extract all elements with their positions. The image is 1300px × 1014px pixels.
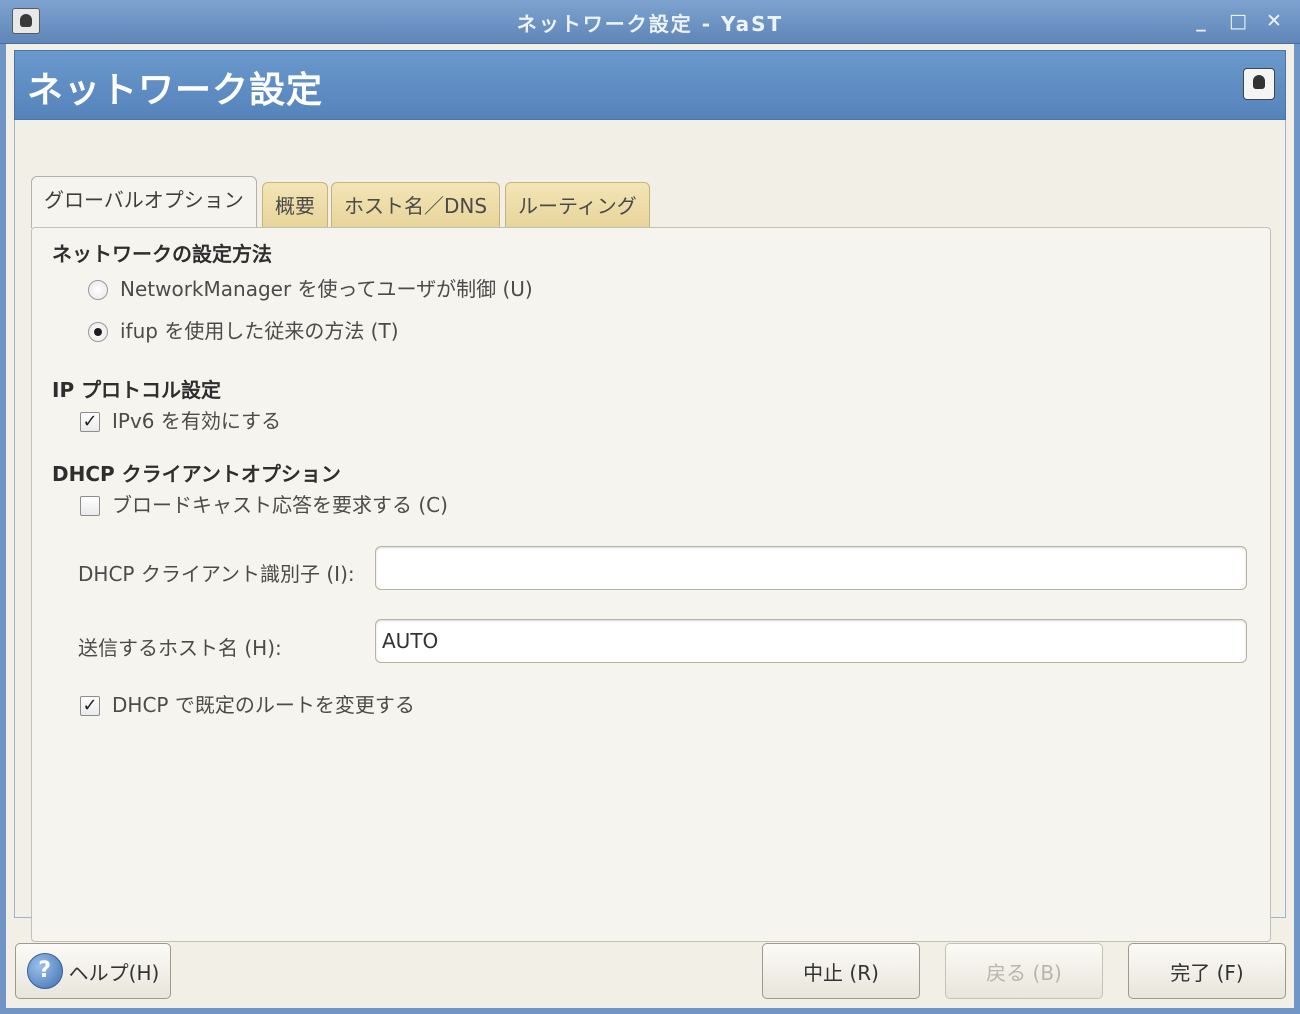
minimize-icon[interactable]: _ xyxy=(1189,9,1213,33)
network-setup-title: ネットワークの設定方法 xyxy=(52,242,272,266)
dhcp-client-id-input[interactable] xyxy=(375,546,1247,590)
ipv6-checkbox[interactable]: ✓ xyxy=(80,412,100,432)
close-icon[interactable]: ✕ xyxy=(1262,9,1286,33)
maximize-icon[interactable]: □ xyxy=(1226,9,1250,33)
radio-networkmanager-label[interactable]: NetworkManager を使ってユーザが制御 (U) xyxy=(120,276,533,302)
help-button-label: ヘルプ(H) xyxy=(68,960,160,985)
ip-protocol-title: IP プロトコル設定 xyxy=(52,378,222,402)
send-hostname-input[interactable] xyxy=(375,619,1247,663)
window-title: ネットワーク設定 - YaST xyxy=(516,12,784,36)
tab-global-options[interactable]: グローバルオプション xyxy=(31,176,257,228)
dhcp-client-id-label: DHCP クライアント識別子 (I): xyxy=(78,562,355,586)
tab-overview[interactable]: 概要 xyxy=(262,182,328,228)
yast-help-icon[interactable] xyxy=(1243,68,1275,100)
dialog-window: ネットワーク設定 グローバルオプション 概要 ホスト名／DNS ルーティング ネ… xyxy=(6,44,1294,1008)
radio-ifup-label[interactable]: ifup を使用した従来の方法 (T) xyxy=(120,318,399,344)
ipv6-checkbox-label[interactable]: IPv6 を有効にする xyxy=(112,408,281,434)
dialog-banner: ネットワーク設定 xyxy=(14,50,1286,120)
help-button[interactable]: ? ヘルプ(H) xyxy=(15,943,171,999)
abort-button[interactable]: 中止 (R) xyxy=(762,943,920,999)
tab-routing[interactable]: ルーティング xyxy=(505,182,650,228)
question-icon: ? xyxy=(26,953,63,989)
broadcast-checkbox-label[interactable]: ブロードキャスト応答を要求する (C) xyxy=(112,492,448,518)
finish-button[interactable]: 完了 (F) xyxy=(1128,943,1286,999)
page-title: ネットワーク設定 xyxy=(27,70,324,111)
dhcp-options-title: DHCP クライアントオプション xyxy=(52,462,341,486)
tab-hostname-dns[interactable]: ホスト名／DNS xyxy=(331,182,501,228)
back-button[interactable]: 戻る (B) xyxy=(945,943,1103,999)
global-options-panel: ネットワークの設定方法 NetworkManager を使ってユーザが制御 (U… xyxy=(31,227,1271,942)
default-route-checkbox[interactable]: ✓ xyxy=(80,696,100,716)
radio-ifup[interactable] xyxy=(88,322,108,342)
radio-networkmanager[interactable] xyxy=(88,280,108,300)
content-frame: グローバルオプション 概要 ホスト名／DNS ルーティング ネットワークの設定方… xyxy=(14,120,1286,942)
window-titlebar: ネットワーク設定 - YaST _ □ ✕ xyxy=(0,0,1300,44)
send-hostname-label: 送信するホスト名 (H): xyxy=(78,636,282,660)
default-route-checkbox-label[interactable]: DHCP で既定のルートを変更する xyxy=(112,692,415,718)
broadcast-checkbox[interactable] xyxy=(80,496,100,516)
